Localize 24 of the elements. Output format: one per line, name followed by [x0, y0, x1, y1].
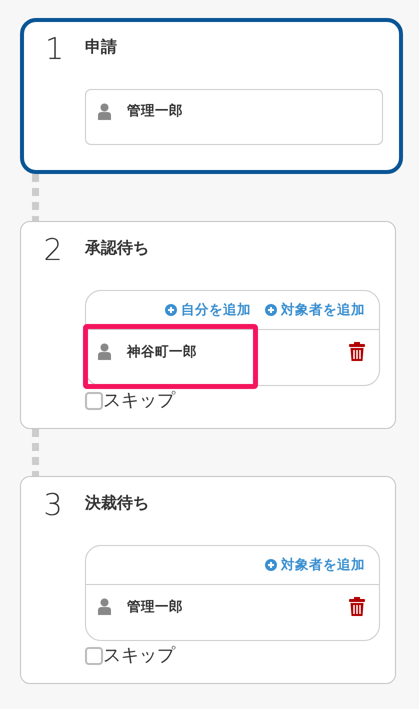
step-number: 3: [42, 487, 64, 525]
add-link[interactable]: 自分を追加: [165, 301, 251, 319]
step-title: 申請: [85, 36, 118, 58]
skip-label: スキップ: [103, 645, 175, 667]
plus-circle-icon: [265, 304, 277, 316]
skip-label: スキップ: [103, 390, 175, 412]
plus-circle-icon: [165, 304, 177, 316]
trash-icon[interactable]: [349, 342, 365, 361]
step-number: 2: [42, 232, 64, 270]
add-link[interactable]: 対象者を追加: [265, 301, 365, 319]
step-title: 承認待ち: [85, 237, 150, 259]
skip-checkbox[interactable]: [85, 392, 103, 410]
step-number: 1: [44, 31, 66, 69]
assignee-name: 管理一郎: [127, 598, 184, 616]
person-icon: [98, 343, 111, 360]
assignee-name: 神谷町一郎: [127, 342, 198, 360]
assignee-name: 管理一郎: [127, 102, 184, 120]
person-icon: [98, 102, 111, 120]
trash-icon[interactable]: [349, 597, 365, 616]
person-icon: [98, 598, 111, 615]
step-title: 決裁待ち: [85, 492, 150, 514]
add-link[interactable]: 対象者を追加: [265, 556, 365, 574]
plus-circle-icon: [265, 559, 277, 571]
skip-checkbox[interactable]: [85, 647, 103, 665]
